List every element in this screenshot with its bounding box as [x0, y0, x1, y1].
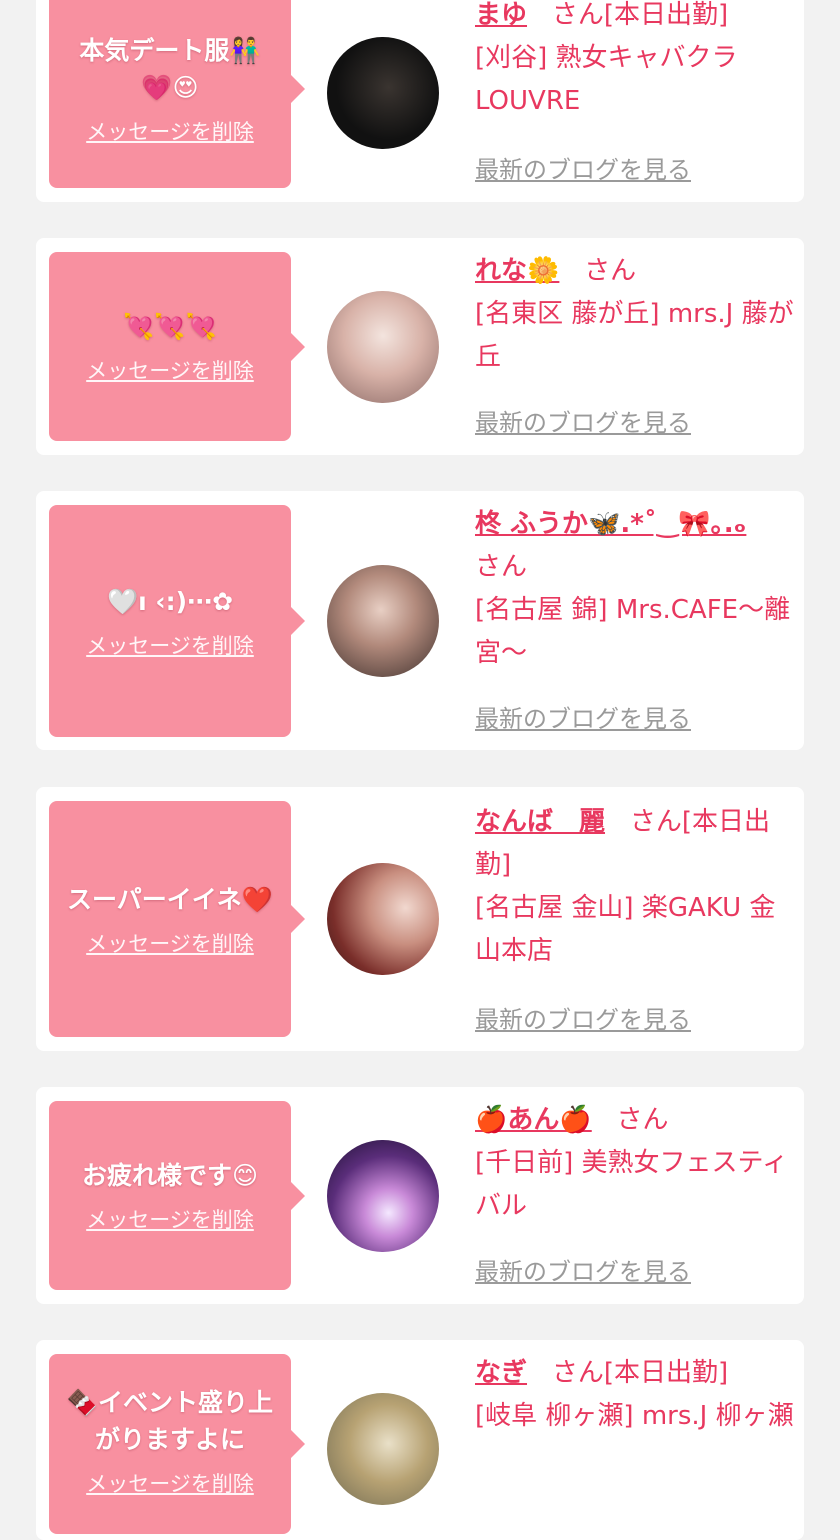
cast-info: まゆ さん[本日出勤] [刈谷] 熟女キャバクラ LOUVRE: [475, 0, 797, 123]
san-suffix: さん: [551, 1358, 604, 1388]
latest-blog-link[interactable]: 最新のブログを見る: [475, 1000, 691, 1035]
latest-blog-link[interactable]: 最新のブログを見る: [475, 1252, 691, 1287]
message-text: お疲れ様です😊: [81, 1161, 259, 1190]
message-bubble: スーパーイイネ❤️ メッセージを削除: [49, 801, 291, 1037]
message-bubble: 💘💘💘 メッセージを削除: [49, 252, 291, 441]
message-bubble: お疲れ様です😊 メッセージを削除: [49, 1101, 291, 1290]
status-label: [本日出勤]: [603, 1358, 729, 1388]
cast-name-link[interactable]: なぎ: [475, 1358, 527, 1388]
delete-message-link[interactable]: メッセージを削除: [86, 1204, 254, 1234]
message-card: お疲れ様です😊 メッセージを削除 🍎あん🍎 さん [千日前] 美熟女フェスティバ…: [36, 1087, 804, 1304]
status-label: [本日出勤]: [603, 0, 729, 30]
shop-name: [名古屋 錦] Mrs.CAFE〜離宮〜: [475, 595, 791, 668]
message-text: 本気デート服👫 💗😍: [79, 36, 261, 102]
message-text: 💘💘💘: [123, 312, 217, 341]
cast-name-link[interactable]: 🍎あん🍎: [475, 1105, 592, 1135]
avatar[interactable]: [327, 863, 439, 975]
cast-name-link[interactable]: 柊 ふうか🦋.*˚‿🎀｡.ₒ: [475, 509, 746, 539]
avatar[interactable]: [327, 565, 439, 677]
avatar[interactable]: [327, 1140, 439, 1252]
delete-message-link[interactable]: メッセージを削除: [86, 355, 254, 385]
delete-message-link[interactable]: メッセージを削除: [86, 630, 254, 660]
avatar[interactable]: [327, 291, 439, 403]
message-card: 💘💘💘 メッセージを削除 れな🌼 さん [名東区 藤が丘] mrs.J 藤が丘 …: [36, 238, 804, 455]
message-card: 🍫イベント盛り上がりますよに メッセージを削除 なぎ さん[本日出勤] [岐阜 …: [36, 1340, 804, 1540]
message-text: スーパーイイネ❤️: [67, 884, 273, 914]
message-bubble: 🤍ı ‹:)⋯✿ メッセージを削除: [49, 505, 291, 737]
cast-info: 🍎あん🍎 さん [千日前] 美熟女フェスティバル: [475, 1099, 797, 1228]
shop-name: [刈谷] 熟女キャバクラ LOUVRE: [475, 43, 738, 116]
san-suffix: さん: [629, 807, 682, 837]
cast-name-link[interactable]: まゆ: [475, 0, 527, 30]
san-suffix: さん: [584, 256, 637, 286]
message-card: 🤍ı ‹:)⋯✿ メッセージを削除 柊 ふうか🦋.*˚‿🎀｡.ₒ さん [名古屋…: [36, 491, 804, 750]
cast-name-link[interactable]: れな🌼: [475, 256, 559, 286]
cast-info: れな🌼 さん [名東区 藤が丘] mrs.J 藤が丘: [475, 250, 797, 379]
shop-name: [岐阜 柳ヶ瀬] mrs.J 柳ヶ瀬: [475, 1401, 794, 1431]
shop-name: [千日前] 美熟女フェスティバル: [475, 1148, 788, 1221]
message-text: 🤍ı ‹:)⋯✿: [106, 586, 234, 616]
san-suffix: さん: [475, 552, 528, 582]
cast-info: なんば 麗 さん[本日出勤] [名古屋 金山] 楽GAKU 金山本店: [475, 801, 797, 973]
latest-blog-link[interactable]: 最新のブログを見る: [475, 699, 691, 734]
avatar[interactable]: [327, 1393, 439, 1505]
cast-info: 柊 ふうか🦋.*˚‿🎀｡.ₒ さん [名古屋 錦] Mrs.CAFE〜離宮〜: [475, 503, 797, 675]
message-card: スーパーイイネ❤️ メッセージを削除 なんば 麗 さん[本日出勤] [名古屋 金…: [36, 787, 804, 1051]
message-text: 🍫イベント盛り上がりますよに: [66, 1388, 274, 1454]
san-suffix: さん: [616, 1105, 669, 1135]
shop-name: [名古屋 金山] 楽GAKU 金山本店: [475, 893, 776, 966]
message-bubble: 🍫イベント盛り上がりますよに メッセージを削除: [49, 1354, 291, 1534]
cast-info: なぎ さん[本日出勤] [岐阜 柳ヶ瀬] mrs.J 柳ヶ瀬: [475, 1352, 797, 1438]
delete-message-link[interactable]: メッセージを削除: [86, 1468, 254, 1498]
message-card: 本気デート服👫 💗😍 メッセージを削除 まゆ さん[本日出勤] [刈谷] 熟女キ…: [36, 0, 804, 202]
latest-blog-link[interactable]: 最新のブログを見る: [475, 150, 691, 185]
avatar[interactable]: [327, 37, 439, 149]
message-bubble: 本気デート服👫 💗😍 メッセージを削除: [49, 0, 291, 188]
delete-message-link[interactable]: メッセージを削除: [86, 928, 254, 958]
delete-message-link[interactable]: メッセージを削除: [86, 116, 254, 146]
latest-blog-link[interactable]: 最新のブログを見る: [475, 403, 691, 438]
san-suffix: さん: [551, 0, 604, 30]
shop-name: [名東区 藤が丘] mrs.J 藤が丘: [475, 299, 794, 372]
cast-name-link[interactable]: なんば 麗: [475, 807, 605, 837]
